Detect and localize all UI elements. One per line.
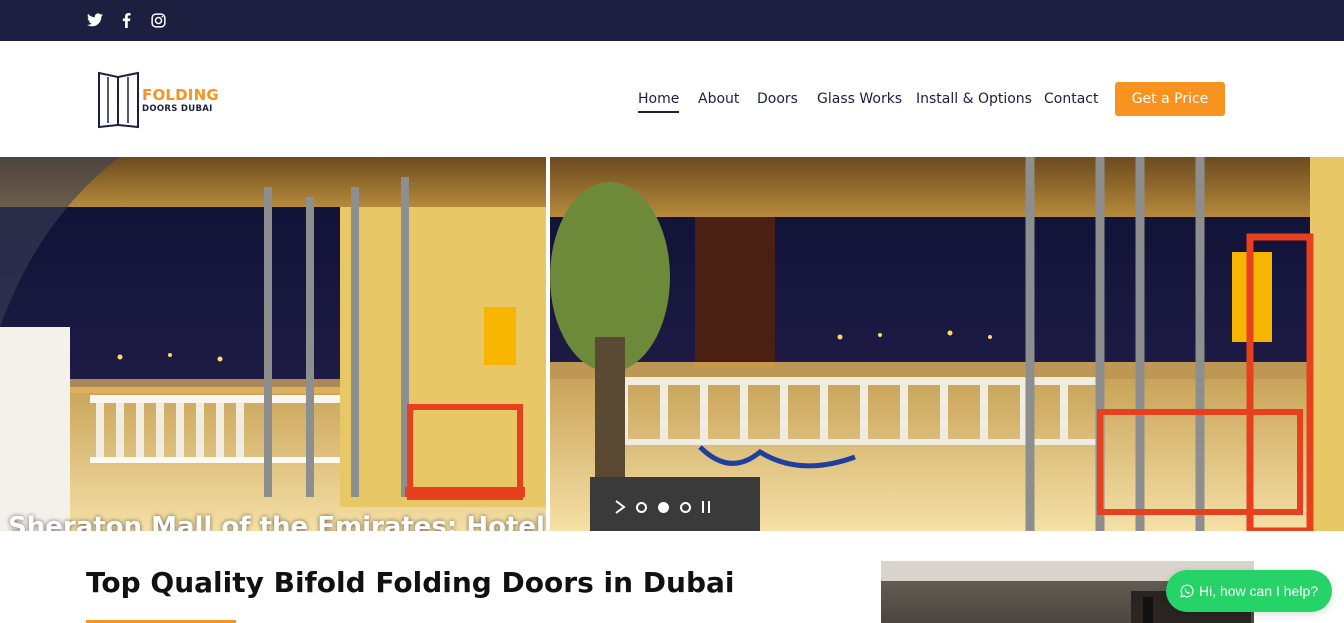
slider-dot-2[interactable] (658, 502, 669, 513)
site-logo[interactable]: FOLDING DOORS DUBAI (96, 69, 236, 129)
logo-line-1: FOLDING (142, 86, 219, 104)
chat-label: Hi, how can I help? (1198, 583, 1319, 599)
slide-caption: Sheraton Mall of the Emirates: Hotel (8, 512, 545, 531)
instagram-icon[interactable] (149, 11, 167, 29)
nav-contact[interactable]: Contact (1044, 91, 1098, 107)
facebook-icon[interactable] (117, 11, 135, 29)
folding-door-logo-icon (98, 71, 139, 129)
slider-dot-3[interactable] (680, 502, 691, 513)
logo-line-2: DOORS DUBAI (142, 104, 213, 114)
nav-glass-works[interactable]: Glass Works (817, 91, 902, 107)
nav-about[interactable]: About (698, 91, 739, 107)
page-title: Top Quality Bifold Folding Doors in Duba… (86, 566, 735, 599)
whatsapp-chat-button[interactable]: Hi, how can I help? (1166, 570, 1332, 612)
nav-doors[interactable]: Doors (757, 91, 798, 107)
get-a-price-button[interactable]: Get a Price (1115, 82, 1225, 116)
nav-install-options[interactable]: Install & Options (916, 91, 1032, 107)
top-social-bar (0, 0, 1344, 41)
whatsapp-icon (1180, 584, 1194, 598)
twitter-icon[interactable] (86, 11, 104, 29)
hero-slider[interactable]: Sheraton Mall of the Emirates: Hotel (0, 157, 1344, 531)
nav-home[interactable]: Home (638, 91, 680, 113)
hero-slide-image (0, 157, 1344, 531)
slider-dot-1[interactable] (636, 502, 647, 513)
